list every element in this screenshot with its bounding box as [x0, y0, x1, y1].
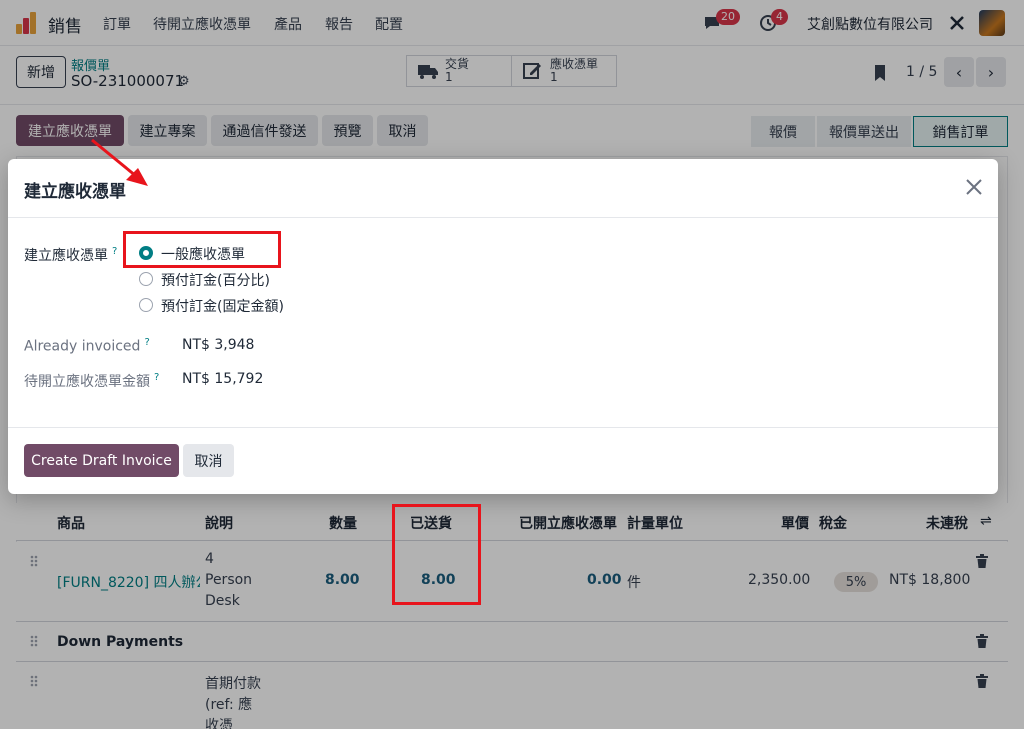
help-icon[interactable]: ?	[112, 246, 117, 257]
radio-down-payment-fixed[interactable]	[139, 298, 153, 312]
already-invoiced-value: NT$ 3,948	[182, 337, 255, 353]
amount-to-invoice-label-text: 待開立應收憑單金額	[24, 374, 150, 390]
already-invoiced-label: Already invoiced?	[24, 337, 150, 355]
close-icon[interactable]	[964, 177, 984, 197]
create-invoice-dialog: 建立應收憑單 建立應收憑單? 一般應收憑單 預付訂金(百分比) 預付訂金(固定金…	[8, 159, 998, 494]
radio-down-payment-fixed-label[interactable]: 預付訂金(固定金額)	[161, 296, 284, 316]
amount-to-invoice-value: NT$ 15,792	[182, 371, 264, 387]
annotation-highlight-delivered	[392, 504, 481, 605]
invoice-method-label: 建立應收憑單?	[24, 245, 117, 265]
help-icon[interactable]: ?	[144, 337, 149, 348]
help-icon[interactable]: ?	[154, 372, 159, 383]
radio-down-payment-percent-label[interactable]: 預付訂金(百分比)	[161, 270, 270, 290]
dialog-header-divider	[8, 217, 998, 218]
annotation-highlight-regular-invoice	[123, 231, 281, 268]
amount-to-invoice-label: 待開立應收憑單金額?	[24, 371, 159, 391]
invoice-method-label-text: 建立應收憑單	[24, 248, 108, 264]
create-draft-invoice-button[interactable]: Create Draft Invoice	[24, 444, 179, 477]
already-invoiced-label-text: Already invoiced	[24, 338, 141, 355]
annotation-arrow-icon	[91, 138, 148, 186]
dialog-cancel-button[interactable]: 取消	[183, 444, 234, 477]
dialog-footer-divider	[8, 427, 998, 428]
radio-down-payment-percent[interactable]	[139, 272, 153, 286]
